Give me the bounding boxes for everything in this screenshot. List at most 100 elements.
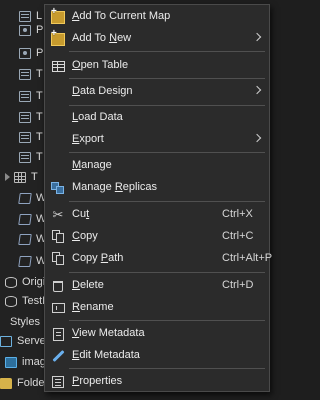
menu-item-open-table[interactable]: Open Table bbox=[45, 55, 269, 77]
menu-item-label: Export bbox=[72, 133, 104, 145]
tree-item-label: imag bbox=[22, 356, 46, 368]
menu-item-label: Properties bbox=[72, 375, 123, 387]
tree-item-polygon-feature[interactable]: W bbox=[18, 188, 46, 208]
delete-icon bbox=[51, 279, 65, 293]
menu-item-label: Copy bbox=[72, 230, 98, 242]
submenu-arrow-icon bbox=[252, 32, 262, 42]
folders-icon bbox=[0, 377, 12, 389]
menu-separator bbox=[69, 51, 265, 52]
tree-item-label: T bbox=[36, 111, 43, 123]
menu-separator bbox=[69, 78, 265, 79]
menu-item-label: View Metadata bbox=[72, 327, 145, 339]
menu-item-properties[interactable]: Properties bbox=[45, 371, 269, 393]
menu-item-export[interactable]: Export bbox=[45, 129, 269, 151]
properties-icon bbox=[51, 375, 65, 389]
tree-item-table[interactable]: T bbox=[19, 147, 43, 167]
menu-separator bbox=[69, 201, 265, 202]
copy-path-icon bbox=[51, 252, 65, 266]
open-table-icon bbox=[51, 59, 65, 73]
menu-item-label: Cut bbox=[72, 208, 90, 220]
tree-item-label: T bbox=[31, 171, 38, 183]
menu-item-label: Open Table bbox=[72, 59, 129, 71]
catalog-window: L P P T T T T T T W W W W Origi TestD St… bbox=[0, 0, 285, 400]
menu-item-label: Add To New bbox=[72, 32, 132, 44]
menu-item-shortcut: Ctrl+X bbox=[222, 208, 253, 220]
menu-item-add-to-current-map[interactable]: Add To Current Map bbox=[45, 6, 269, 28]
menu-item-delete[interactable]: Delete Ctrl+D bbox=[45, 275, 269, 297]
polygon-feature-icon bbox=[18, 192, 32, 204]
point-feature-icon bbox=[19, 24, 31, 36]
tree-item-table[interactable]: T bbox=[19, 64, 43, 84]
edit-metadata-icon bbox=[51, 349, 65, 363]
view-metadata-icon bbox=[51, 327, 65, 341]
polygon-feature-icon bbox=[18, 255, 32, 267]
copy-icon bbox=[51, 230, 65, 244]
menu-item-data-design[interactable]: Data Design bbox=[45, 81, 269, 103]
database-icon bbox=[5, 276, 17, 288]
menu-item-rename[interactable]: Rename bbox=[45, 297, 269, 319]
menu-item-load-data[interactable]: Load Data bbox=[45, 107, 269, 129]
menu-item-label: Copy Path bbox=[72, 252, 124, 264]
tree-item-polygon-feature[interactable]: W bbox=[18, 229, 46, 249]
menu-separator bbox=[69, 272, 265, 273]
add-to-new-icon bbox=[51, 28, 65, 46]
point-feature-icon bbox=[19, 47, 31, 59]
menu-item-label: Manage Replicas bbox=[72, 181, 158, 193]
tree-item-point-feature[interactable]: P bbox=[19, 20, 43, 40]
table-icon bbox=[19, 131, 31, 143]
menu-item-shortcut: Ctrl+D bbox=[222, 279, 254, 291]
manage-replicas-icon bbox=[51, 181, 65, 195]
menu-item-copy[interactable]: Copy Ctrl+C bbox=[45, 226, 269, 248]
submenu-arrow-icon bbox=[252, 85, 262, 95]
expand-arrow-icon[interactable] bbox=[5, 173, 10, 181]
tree-item-polygon-feature[interactable]: W bbox=[18, 251, 46, 271]
table-icon bbox=[19, 151, 31, 163]
menu-separator bbox=[69, 105, 265, 106]
menu-separator bbox=[69, 320, 265, 321]
menu-item-view-metadata[interactable]: View Metadata bbox=[45, 323, 269, 345]
menu-item-label: Add To Current Map bbox=[72, 10, 171, 22]
tree-item-label: T bbox=[36, 131, 43, 143]
image-server-icon bbox=[5, 356, 17, 368]
menu-item-add-to-new[interactable]: Add To New bbox=[45, 28, 269, 50]
menu-item-label: Rename bbox=[72, 301, 114, 313]
menu-item-shortcut: Ctrl+Alt+P bbox=[222, 252, 273, 264]
tree-item-polygon-feature[interactable]: W bbox=[18, 209, 46, 229]
menu-item-copy-path[interactable]: Copy Path Ctrl+Alt+P bbox=[45, 248, 273, 270]
menu-item-label: Manage bbox=[72, 159, 112, 171]
tree-item-raster[interactable]: T bbox=[0, 167, 38, 187]
servers-icon bbox=[0, 335, 12, 347]
menu-item-manage[interactable]: Manage bbox=[45, 155, 269, 177]
menu-item-edit-metadata[interactable]: Edit Metadata bbox=[45, 345, 269, 367]
menu-separator bbox=[69, 152, 265, 153]
tree-item-table[interactable]: T bbox=[19, 127, 43, 147]
tree-item-label: T bbox=[36, 151, 43, 163]
table-icon bbox=[19, 90, 31, 102]
menu-item-label: Delete bbox=[72, 279, 104, 291]
rename-icon bbox=[51, 301, 65, 315]
add-to-map-icon bbox=[51, 6, 65, 24]
database-icon bbox=[5, 295, 17, 307]
tree-item-label: P bbox=[36, 47, 44, 59]
menu-item-shortcut: Ctrl+C bbox=[222, 230, 254, 242]
menu-item-manage-replicas[interactable]: Manage Replicas bbox=[45, 177, 269, 199]
tree-item-table[interactable]: T bbox=[19, 86, 43, 106]
tree-item-styles[interactable]: Styles bbox=[10, 312, 40, 332]
raster-grid-icon bbox=[14, 171, 26, 183]
menu-item-cut[interactable]: ✂ Cut Ctrl+X bbox=[45, 204, 269, 226]
submenu-arrow-icon bbox=[252, 133, 262, 143]
polygon-feature-icon bbox=[18, 213, 32, 225]
context-menu: Add To Current Map Add To New Open Table… bbox=[44, 4, 273, 393]
tree-item-label: Origi bbox=[22, 276, 46, 288]
tree-item-label: T bbox=[36, 90, 43, 102]
table-icon bbox=[19, 68, 31, 80]
menu-item-label: Edit Metadata bbox=[72, 349, 140, 361]
tree-item-point-feature[interactable]: P bbox=[19, 43, 43, 63]
table-icon bbox=[19, 111, 31, 123]
tree-item-geodatabase[interactable]: Origi bbox=[5, 272, 45, 292]
tree-item-image-server[interactable]: imag bbox=[5, 352, 46, 372]
menu-separator bbox=[69, 368, 265, 369]
tree-item-label: T bbox=[36, 68, 43, 80]
scissors-icon: ✂ bbox=[52, 207, 64, 222]
tree-item-table[interactable]: T bbox=[19, 107, 43, 127]
